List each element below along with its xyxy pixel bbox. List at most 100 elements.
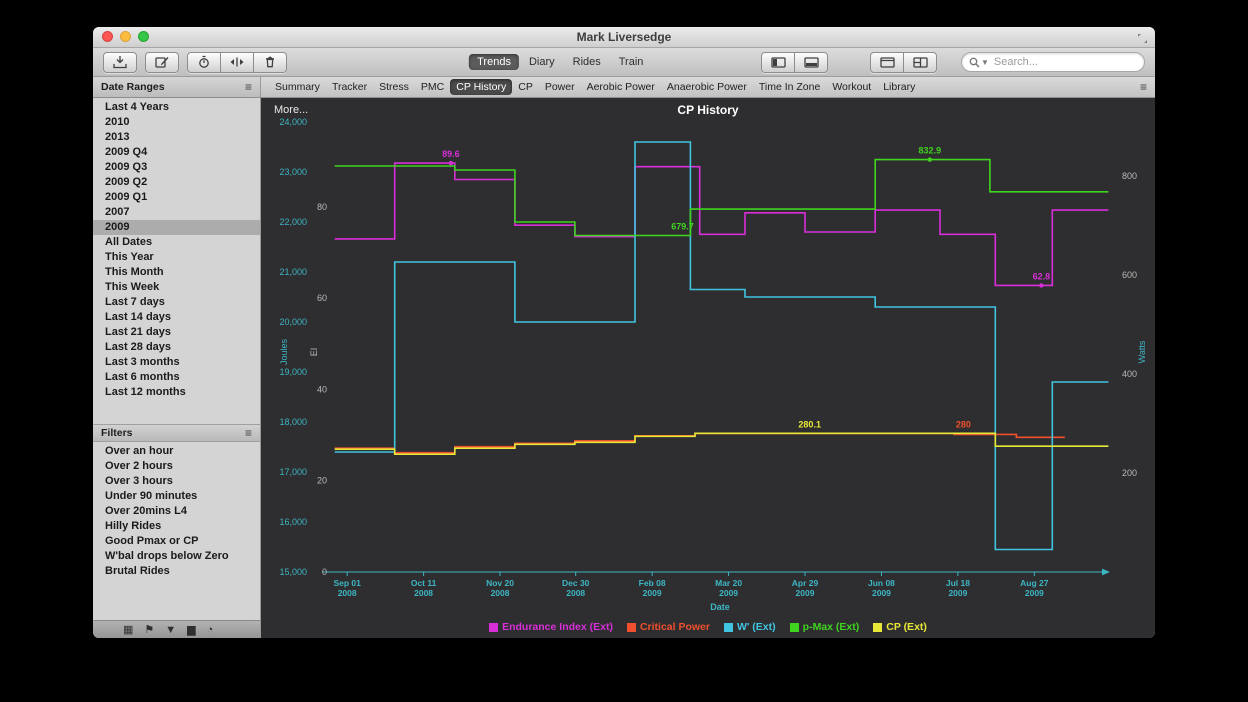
filter-over-an-hour[interactable]: Over an hour (93, 444, 260, 459)
view-segment-diary[interactable]: Diary (521, 54, 563, 70)
search-field[interactable]: ▼ (961, 52, 1145, 72)
view-segment: TrendsDiaryRidesTrain (469, 54, 651, 70)
minimize-button[interactable] (120, 31, 131, 42)
chart-icon[interactable]: ▆ (187, 625, 195, 636)
tiled-view-button[interactable] (904, 52, 937, 73)
date-range-2009-q4[interactable]: 2009 Q4 (93, 145, 260, 160)
svg-text:21,000: 21,000 (279, 267, 307, 277)
date-range-all-dates[interactable]: All Dates (93, 235, 260, 250)
date-range-last-7-days[interactable]: Last 7 days (93, 295, 260, 310)
view-segment-trends[interactable]: Trends (469, 54, 519, 70)
filter-funnel-icon[interactable]: ▼ (165, 625, 176, 636)
search-input[interactable] (992, 55, 1137, 69)
search-scope-chevron-icon[interactable]: ▼ (981, 58, 989, 67)
filters-list: Over an hourOver 2 hoursOver 3 hoursUnde… (93, 444, 260, 579)
split-ride-button[interactable] (221, 52, 254, 73)
date-range-this-week[interactable]: This Week (93, 280, 260, 295)
view-segment-train[interactable]: Train (611, 54, 652, 70)
date-range-2009-q1[interactable]: 2009 Q1 (93, 190, 260, 205)
tab-summary[interactable]: Summary (269, 79, 326, 95)
svg-text:Watts: Watts (1137, 340, 1147, 363)
tab-tracker[interactable]: Tracker (326, 79, 373, 95)
fullscreen-icon[interactable] (1137, 31, 1148, 49)
date-range-last-12-months[interactable]: Last 12 months (93, 385, 260, 400)
legend-label: Critical Power (640, 621, 710, 633)
zoom-button[interactable] (138, 31, 149, 42)
date-range-2010[interactable]: 2010 (93, 115, 260, 130)
date-range-last-4-years[interactable]: Last 4 Years (93, 100, 260, 115)
date-range-last-28-days[interactable]: Last 28 days (93, 340, 260, 355)
bookmark-icon[interactable]: ⚑ (144, 625, 154, 636)
svg-text:Joules: Joules (279, 338, 289, 365)
svg-text:89.6: 89.6 (442, 149, 460, 159)
date-range-last-21-days[interactable]: Last 21 days (93, 325, 260, 340)
legend-swatch (724, 623, 733, 632)
svg-text:2009: 2009 (796, 588, 815, 598)
tab-aerobic-power[interactable]: Aerobic Power (581, 79, 661, 95)
filters-header: Filters ≡ (93, 424, 260, 442)
title-bar: Mark Liversedge (93, 27, 1155, 48)
date-range-last-6-months[interactable]: Last 6 months (93, 370, 260, 385)
filters-menu-icon[interactable]: ≡ (245, 427, 252, 439)
legend-label: CP (Ext) (886, 621, 927, 633)
svg-text:EI: EI (309, 348, 319, 357)
tab-bar-items: SummaryTrackerStressPMCCP HistoryCPPower… (269, 79, 921, 95)
tab-time-in-zone[interactable]: Time In Zone (753, 79, 826, 95)
filter-w-bal-drops-below-zero[interactable]: W'bal drops below Zero (93, 549, 260, 564)
date-range-this-year[interactable]: This Year (93, 250, 260, 265)
tab-cp[interactable]: CP (512, 79, 539, 95)
svg-text:Date: Date (710, 602, 730, 612)
svg-text:2009: 2009 (643, 588, 662, 598)
download-button[interactable] (103, 52, 137, 73)
svg-text:200: 200 (1122, 468, 1137, 478)
date-ranges-menu-icon[interactable]: ≡ (245, 81, 252, 93)
date-range-2013[interactable]: 2013 (93, 130, 260, 145)
layout-toggle-group (870, 52, 937, 73)
filter-over-3-hours[interactable]: Over 3 hours (93, 474, 260, 489)
filter-over-20mins-l4[interactable]: Over 20mins L4 (93, 504, 260, 519)
date-range-this-month[interactable]: This Month (93, 265, 260, 280)
filter-good-pmax-or-cp[interactable]: Good Pmax or CP (93, 534, 260, 549)
tab-library[interactable]: Library (877, 79, 921, 95)
tab-power[interactable]: Power (539, 79, 581, 95)
ride-actions-group (187, 52, 287, 73)
tabbed-view-button[interactable] (870, 52, 904, 73)
filter-brutal-rides[interactable]: Brutal Rides (93, 564, 260, 579)
calendar-icon[interactable]: ▦ (123, 625, 133, 636)
date-range-last-3-months[interactable]: Last 3 months (93, 355, 260, 370)
date-range-2007[interactable]: 2007 (93, 205, 260, 220)
svg-text:800: 800 (1122, 171, 1137, 181)
sidebar: Last 4 Years201020132009 Q42009 Q32009 Q… (93, 98, 261, 638)
tab-pmc[interactable]: PMC (415, 79, 450, 95)
filter-under-90-minutes[interactable]: Under 90 minutes (93, 489, 260, 504)
date-range-last-14-days[interactable]: Last 14 days (93, 310, 260, 325)
svg-text:Apr 29: Apr 29 (792, 578, 819, 588)
svg-text:16,000: 16,000 (279, 517, 307, 527)
tab-workout[interactable]: Workout (826, 79, 877, 95)
svg-text:18,000: 18,000 (279, 417, 307, 427)
close-button[interactable] (102, 31, 113, 42)
tab-cp-history[interactable]: CP History (450, 79, 512, 95)
date-range-2009-q3[interactable]: 2009 Q3 (93, 160, 260, 175)
toggle-sidebar-button[interactable] (761, 52, 795, 73)
header-row: Date Ranges ≡ SummaryTrackerStressPMCCP … (93, 77, 1155, 98)
app-window: Mark Liversedge TrendsDiaryRidesTrain (93, 27, 1155, 638)
tab-anaerobic-power[interactable]: Anaerobic Power (661, 79, 753, 95)
interval-stopwatch-button[interactable] (187, 52, 221, 73)
date-range-2009-q2[interactable]: 2009 Q2 (93, 175, 260, 190)
svg-text:15,000: 15,000 (279, 567, 307, 577)
filter-over-2-hours[interactable]: Over 2 hours (93, 459, 260, 474)
tab-bar-menu-icon[interactable]: ≡ (1140, 81, 1147, 93)
view-segment-rides[interactable]: Rides (565, 54, 609, 70)
date-range-2009[interactable]: 2009 (93, 220, 260, 235)
svg-text:Mar 20: Mar 20 (715, 578, 742, 588)
compose-button[interactable] (145, 52, 179, 73)
filter-hilly-rides[interactable]: Hilly Rides (93, 519, 260, 534)
svg-text:Feb 08: Feb 08 (639, 578, 666, 588)
tab-stress[interactable]: Stress (373, 79, 415, 95)
clock-icon[interactable]: ◔ (207, 625, 214, 636)
toggle-lowbar-button[interactable] (795, 52, 828, 73)
svg-text:Aug 27: Aug 27 (1020, 578, 1049, 588)
svg-text:280.1: 280.1 (798, 419, 821, 429)
delete-trash-button[interactable] (254, 52, 287, 73)
